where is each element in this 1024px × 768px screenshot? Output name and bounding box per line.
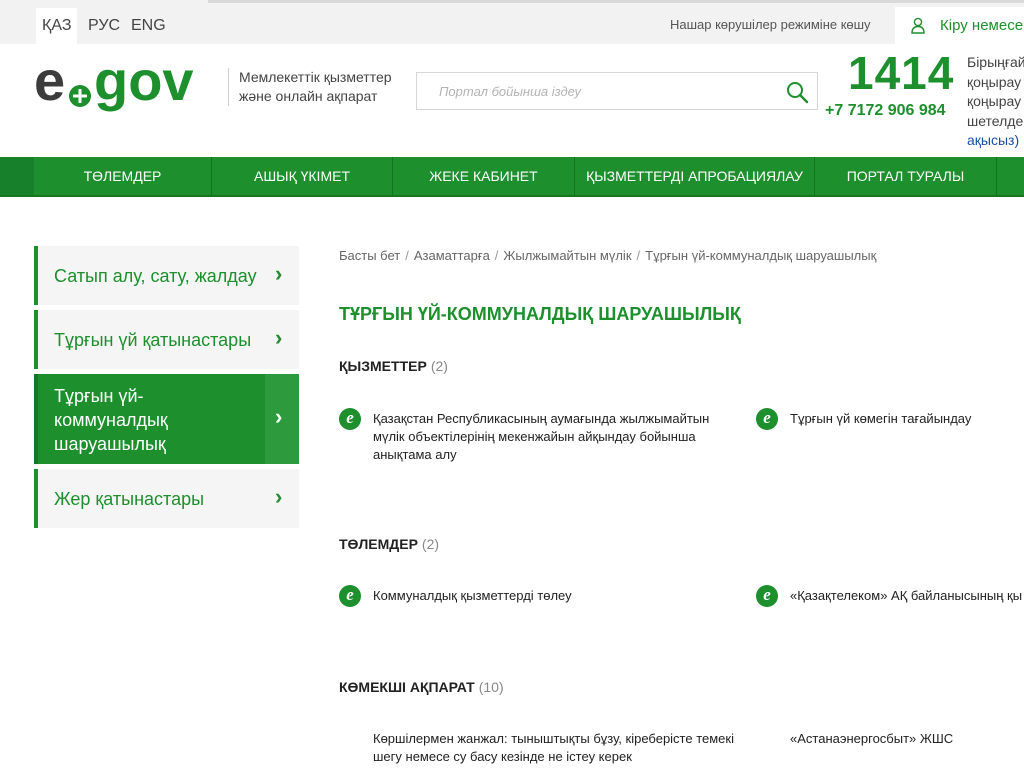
section-title: ТӨЛЕМДЕР bbox=[339, 536, 418, 552]
breadcrumb-home[interactable]: Басты бет bbox=[339, 248, 400, 263]
sidebar-item-label: Сатып алу, сату, жалдау bbox=[54, 266, 257, 286]
section-title: ҚЫЗМЕТТЕР bbox=[339, 358, 427, 374]
chevron-right-icon: › bbox=[275, 261, 283, 286]
search-input[interactable] bbox=[437, 83, 771, 100]
international-phone-number[interactable]: +7 7172 906 984 bbox=[825, 102, 946, 120]
top-utility-bar: ҚАЗ РУС ENG Нашар көрушілер режиміне көш… bbox=[0, 0, 1024, 44]
hotline-note-line: Бірыңғай bbox=[967, 54, 1024, 70]
login-label: Кіру немесе bbox=[940, 17, 1024, 34]
hotline-note-line: қоңырау bbox=[967, 93, 1022, 109]
svg-text:e: e bbox=[34, 58, 65, 112]
breadcrumb-real-estate[interactable]: Жылжымайтын мүлік bbox=[503, 248, 631, 263]
tagline-line-2: және онлайн ақпарат bbox=[239, 88, 378, 104]
sidebar-item-label: Тұрғын үй-коммуналдық шаруашылық bbox=[54, 386, 168, 454]
low-vision-mode-link[interactable]: Нашар көрушілер режиміне көшу bbox=[670, 17, 871, 32]
main-navigation: ТӨЛЕМДЕР АШЫҚ ҮКІМЕТ ЖЕКЕ КАБИНЕТ ҚЫЗМЕТ… bbox=[0, 157, 1024, 197]
nav-open-government[interactable]: АШЫҚ ҮКІМЕТ bbox=[212, 157, 393, 195]
egov-logo-mark: e gov bbox=[34, 49, 194, 112]
top-edge-strip bbox=[208, 0, 1024, 3]
egov-service-icon: e bbox=[756, 408, 778, 430]
nav-about-portal[interactable]: ПОРТАЛ ТУРАЛЫ bbox=[815, 157, 997, 195]
lang-eng[interactable]: ENG bbox=[125, 8, 172, 44]
breadcrumb-current: Тұрғын үй-коммуналдық шаруашылық bbox=[645, 248, 877, 263]
breadcrumb-separator: / bbox=[494, 248, 499, 263]
tagline-line-1: Мемлекеттік қызметтер bbox=[239, 69, 392, 85]
chevron-right-icon: › bbox=[275, 484, 283, 509]
login-button[interactable]: Кіру немесе bbox=[895, 7, 1024, 44]
lang-rus[interactable]: РУС bbox=[82, 8, 126, 44]
search-icon[interactable] bbox=[785, 80, 809, 104]
egov-logo[interactable]: e gov bbox=[34, 49, 220, 129]
nav-left-gutter bbox=[0, 157, 34, 195]
egov-service-icon: e bbox=[756, 585, 778, 607]
sidebar-item-land-relations[interactable]: Жер қатынастары › bbox=[34, 469, 299, 528]
nav-personal-cabinet[interactable]: ЖЕКЕ КАБИНЕТ bbox=[393, 157, 575, 195]
hotline-note-line: қоңырау bbox=[967, 73, 1022, 90]
payment-link[interactable]: «Қазақтелеком» АҚ байланысының қы bbox=[790, 587, 1024, 605]
section-heading-services: ҚЫЗМЕТТЕР (2) bbox=[339, 358, 448, 374]
breadcrumb-separator: / bbox=[405, 248, 409, 263]
breadcrumb-separator: / bbox=[636, 248, 641, 263]
breadcrumb-citizens[interactable]: Азаматтарға bbox=[414, 248, 490, 263]
nav-service-approbation[interactable]: ҚЫЗМЕТТЕРДІ АПРОБАЦИЯЛАУ bbox=[575, 157, 815, 195]
section-count: (10) bbox=[478, 679, 504, 695]
section-count: (2) bbox=[421, 536, 440, 552]
payment-link[interactable]: Коммуналдық қызметтерді төлеу bbox=[373, 587, 713, 605]
hotline-note-line: шетелде bbox=[967, 112, 1024, 129]
chevron-right-icon: › bbox=[275, 325, 283, 350]
nav-payments[interactable]: ТӨЛЕМДЕР bbox=[34, 157, 212, 195]
sidebar-item-label: Тұрғын үй қатынастары bbox=[54, 330, 252, 350]
sidebar-item-housing-utilities[interactable]: Тұрғын үй-коммуналдық шаруашылық › bbox=[34, 374, 299, 464]
service-link[interactable]: Қазақстан Республикасының аумағында жылж… bbox=[373, 410, 713, 464]
sidebar-item-housing-relations[interactable]: Тұрғын үй қатынастары › bbox=[34, 310, 299, 369]
section-heading-helper-info: КӨМЕКШІ АҚПАРАТ (10) bbox=[339, 679, 504, 695]
service-link[interactable]: Тұрғын үй көмегін тағайындау bbox=[790, 410, 1020, 428]
sidebar-item-label: Жер қатынастары bbox=[54, 489, 205, 509]
hotline-note: Бірыңғай қоңырау қоңырау шетелде ақысыз) bbox=[967, 53, 1024, 151]
page-title: ТҰРҒЫН ҮЙ-КОММУНАЛДЫҚ ШАРУАШЫЛЫҚ bbox=[339, 304, 741, 324]
portal-search bbox=[416, 72, 818, 110]
breadcrumb: Басты бет / Азаматтарға / Жылжымайтын мүлік /… bbox=[339, 248, 876, 263]
chevron-right-icon: › bbox=[265, 374, 299, 464]
site-tagline: Мемлекеттік қызметтер және онлайн ақпара… bbox=[228, 68, 419, 106]
info-link[interactable]: Көршілермен жанжал: тыныштықты бұзу, кір… bbox=[373, 730, 743, 766]
section-title: КӨМЕКШІ АҚПАРАТ bbox=[339, 679, 475, 695]
user-icon bbox=[911, 17, 925, 34]
info-link[interactable]: «Астанаэнергосбыт» ЖШС bbox=[790, 730, 1020, 748]
egov-service-icon: e bbox=[339, 408, 361, 430]
hotline-number[interactable]: 1414 bbox=[848, 46, 954, 100]
section-heading-payments: ТӨЛЕМДЕР (2) bbox=[339, 536, 439, 552]
svg-text:gov: gov bbox=[94, 58, 194, 112]
section-count: (2) bbox=[430, 358, 448, 374]
egov-service-icon: e bbox=[339, 585, 361, 607]
hotline-note-line[interactable]: ақысыз) bbox=[967, 131, 1024, 151]
lang-kaz[interactable]: ҚАЗ bbox=[36, 8, 78, 44]
sidebar-item-buy-sell-rent[interactable]: Сатып алу, сату, жалдау › bbox=[34, 246, 299, 305]
